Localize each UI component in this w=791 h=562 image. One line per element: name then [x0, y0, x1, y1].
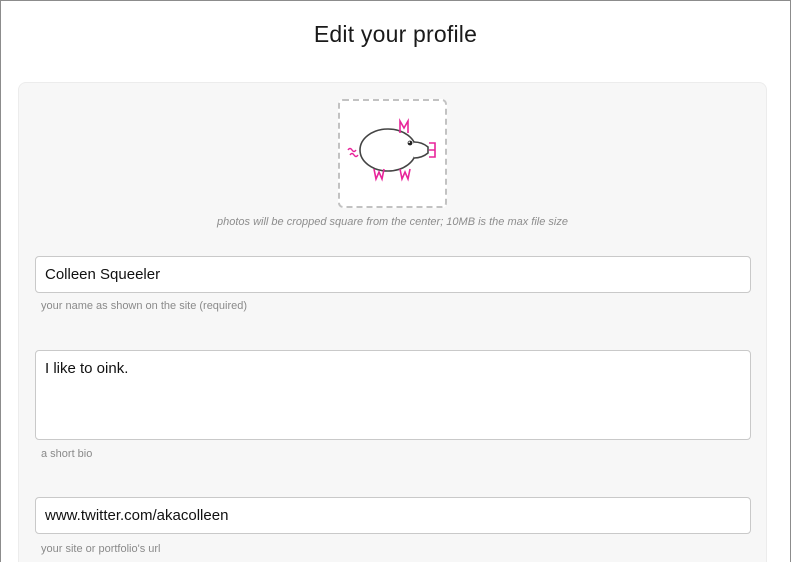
- bio-hint: a short bio: [41, 448, 93, 460]
- url-hint: your site or portfolio's url: [41, 543, 161, 555]
- profile-form-card: photos will be cropped square from the c…: [18, 82, 767, 562]
- bio-textarea[interactable]: I like to oink.: [35, 350, 751, 440]
- photo-upload-dropzone[interactable]: [338, 99, 447, 208]
- pig-avatar-icon: [347, 117, 436, 182]
- url-input[interactable]: [35, 497, 751, 534]
- name-hint: your name as shown on the site (required…: [41, 300, 248, 312]
- page-title: Edit your profile: [313, 21, 478, 47]
- app-window: Edit your profile photos will be cropped…: [0, 0, 791, 562]
- photo-hint: photos will be cropped square from the c…: [217, 216, 568, 228]
- name-input[interactable]: [35, 256, 751, 293]
